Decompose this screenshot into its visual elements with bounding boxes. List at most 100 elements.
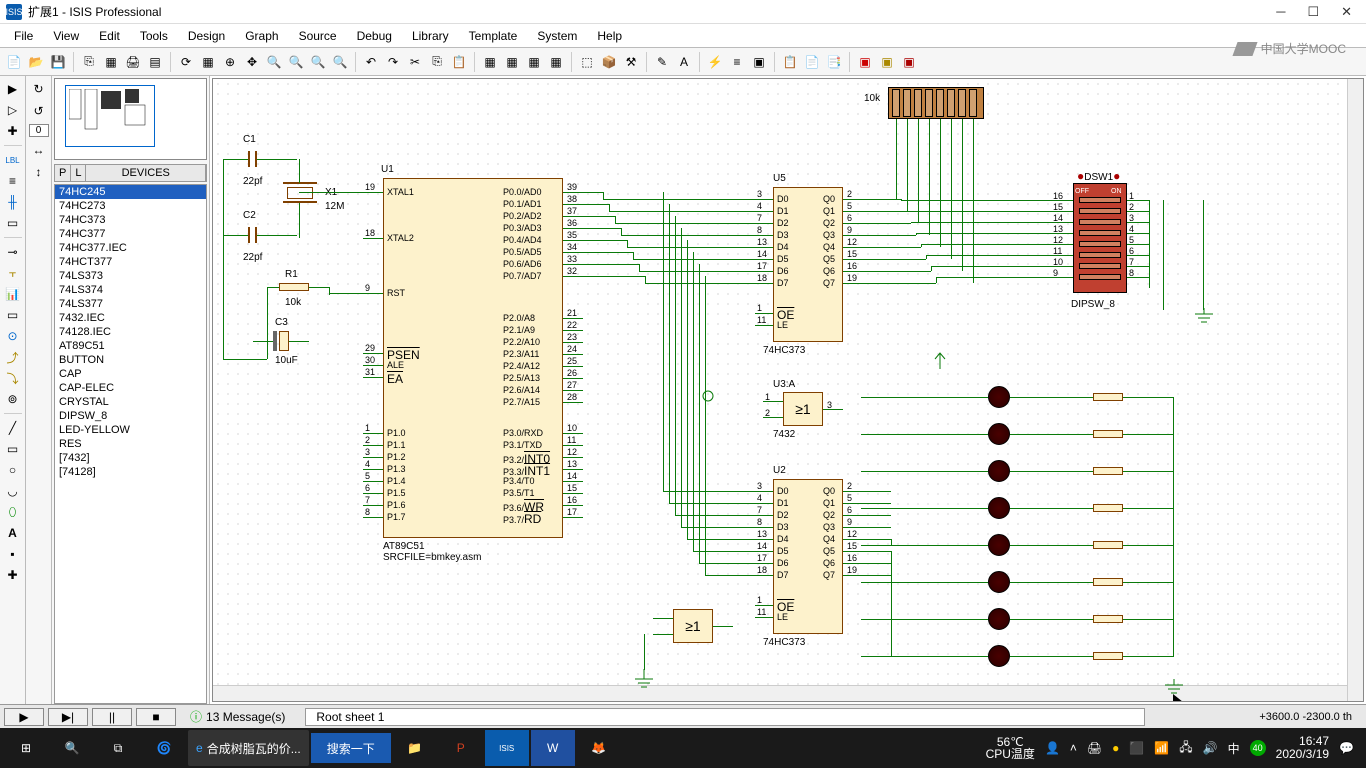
device-item[interactable]: 74HC245 [55, 185, 206, 199]
probe-i-icon[interactable]: ⤵ [4, 369, 22, 387]
save-icon[interactable]: 💾 [48, 52, 68, 72]
tray-printer-icon[interactable]: 🖨 [1087, 741, 1102, 755]
app-360-icon[interactable]: 🌀 [142, 730, 186, 766]
tape-icon[interactable]: ▭ [4, 306, 22, 324]
text-icon[interactable]: A [4, 524, 22, 542]
play-button[interactable]: ▶ [4, 708, 44, 726]
device-item[interactable]: CRYSTAL [55, 395, 206, 409]
device-item[interactable]: 74LS374 [55, 283, 206, 297]
menu-source[interactable]: Source [291, 27, 345, 45]
instrument-icon[interactable]: ⊚ [4, 390, 22, 408]
device-item[interactable]: 74128.IEC [55, 325, 206, 339]
menu-file[interactable]: File [6, 27, 41, 45]
menu-debug[interactable]: Debug [349, 27, 400, 45]
block-copy-icon[interactable]: ▦ [480, 52, 500, 72]
symbol-icon[interactable]: ▪ [4, 545, 22, 563]
tray-app-icon[interactable]: ⬛ [1129, 741, 1144, 755]
tray-up-icon[interactable]: ˄ [1070, 741, 1077, 755]
redo-icon[interactable]: ↷ [383, 52, 403, 72]
area-icon[interactable]: ▦ [101, 52, 121, 72]
new-icon[interactable]: 📄 [4, 52, 24, 72]
rotate-ccw-icon[interactable]: ↺ [30, 102, 48, 120]
step-button[interactable]: ▶| [48, 708, 88, 726]
device-item[interactable]: 74HC373 [55, 213, 206, 227]
netlist-icon[interactable]: ≡ [727, 52, 747, 72]
arc-icon[interactable]: ◡ [4, 482, 22, 500]
block-delete-icon[interactable]: ▦ [546, 52, 566, 72]
device-item[interactable]: CAP-ELEC [55, 381, 206, 395]
undo-icon[interactable]: ↶ [361, 52, 381, 72]
clock[interactable]: 16:47 2020/3/19 [1276, 735, 1329, 761]
menu-tools[interactable]: Tools [132, 27, 176, 45]
schematic-canvas[interactable]: U1AT89C51SRCFILE=bmkey.asm19XTAL118XTAL2… [212, 78, 1364, 702]
device-item[interactable]: RES [55, 437, 206, 451]
cpu-temp[interactable]: 56℃ CPU温度 [986, 736, 1035, 760]
device-item[interactable]: [74128] [55, 465, 206, 479]
flip-v-icon[interactable]: ↕ [30, 163, 48, 181]
box-icon[interactable]: ▭ [4, 440, 22, 458]
tray-badge-icon[interactable]: 40 [1250, 740, 1266, 756]
probe-v-icon[interactable]: ⤴ [4, 348, 22, 366]
import-icon[interactable]: ⎘ [79, 52, 99, 72]
path-icon[interactable]: ⬯ [4, 503, 22, 521]
script-icon[interactable]: ≡ [4, 172, 22, 190]
device-item[interactable]: BUTTON [55, 353, 206, 367]
angle-input[interactable] [29, 124, 49, 137]
ares-icon[interactable]: ▣ [749, 52, 769, 72]
close-button[interactable]: ✕ [1341, 4, 1352, 20]
generator-icon[interactable]: ⊙ [4, 327, 22, 345]
report-icon[interactable]: 📄 [802, 52, 822, 72]
material-icon[interactable]: 📑 [824, 52, 844, 72]
sheet-name[interactable]: Root sheet 1 [305, 708, 1145, 726]
ime-indicator[interactable]: 中 [1228, 740, 1240, 757]
menu-system[interactable]: System [529, 27, 585, 45]
tray-volume-icon[interactable]: 🔊 [1203, 741, 1218, 755]
isis-task-icon[interactable]: ISIS [485, 730, 529, 766]
select-icon[interactable]: ▶ [4, 80, 22, 98]
tray-network-icon[interactable]: 🖧 [1179, 738, 1192, 759]
minimize-button[interactable]: ─ [1276, 4, 1285, 20]
subcircuit-icon[interactable]: ▭ [4, 214, 22, 232]
paste-icon[interactable]: 📋 [449, 52, 469, 72]
browser-task[interactable]: e 合成树脂瓦的价... [188, 730, 309, 766]
circle-icon[interactable]: ○ [4, 461, 22, 479]
line-icon[interactable]: ╱ [4, 419, 22, 437]
maximize-button[interactable]: ☐ [1307, 4, 1319, 20]
print-icon[interactable]: 🖨 [123, 52, 143, 72]
origin-icon[interactable]: ⊕ [220, 52, 240, 72]
open-icon[interactable]: 📂 [26, 52, 46, 72]
label-icon[interactable]: LBL [4, 151, 22, 169]
bus-icon[interactable]: ╫ [4, 193, 22, 211]
block-move-icon[interactable]: ▦ [502, 52, 522, 72]
message-status[interactable]: ⓘ 13 Message(s) [190, 708, 285, 725]
zoom-area-icon[interactable]: 🔍 [330, 52, 350, 72]
start-button[interactable]: ⊞ [4, 730, 48, 766]
overview-window[interactable] [54, 78, 207, 160]
menu-edit[interactable]: Edit [91, 27, 128, 45]
bom-icon[interactable]: 📋 [780, 52, 800, 72]
device-item[interactable]: 74LS377 [55, 297, 206, 311]
zoom-out-icon[interactable]: 🔍 [286, 52, 306, 72]
tray-shield-icon[interactable]: ● [1112, 741, 1119, 755]
task-view-icon[interactable]: ⧉ [96, 730, 140, 766]
refresh-icon[interactable]: ⟳ [176, 52, 196, 72]
erc-icon[interactable]: ⚡ [705, 52, 725, 72]
mark-icon[interactable]: ▤ [145, 52, 165, 72]
device-item[interactable]: CAP [55, 367, 206, 381]
menu-help[interactable]: Help [589, 27, 630, 45]
device-item[interactable]: 74HC377.IEC [55, 241, 206, 255]
explorer-icon[interactable]: 📁 [393, 730, 437, 766]
about-icon[interactable]: ▣ [899, 52, 919, 72]
menu-template[interactable]: Template [461, 27, 526, 45]
flip-h-icon[interactable]: ↔ [30, 141, 48, 159]
pause-button[interactable]: || [92, 708, 132, 726]
device-item[interactable]: [7432] [55, 451, 206, 465]
device-item[interactable]: 7432.IEC [55, 311, 206, 325]
device-item[interactable]: 74HC273 [55, 199, 206, 213]
cut-icon[interactable]: ✂ [405, 52, 425, 72]
device-item[interactable]: DIPSW_8 [55, 409, 206, 423]
menu-design[interactable]: Design [180, 27, 233, 45]
people-icon[interactable]: 👤 [1045, 741, 1060, 755]
marker-icon[interactable]: ✚ [4, 566, 22, 584]
component-icon[interactable]: ▷ [4, 101, 22, 119]
